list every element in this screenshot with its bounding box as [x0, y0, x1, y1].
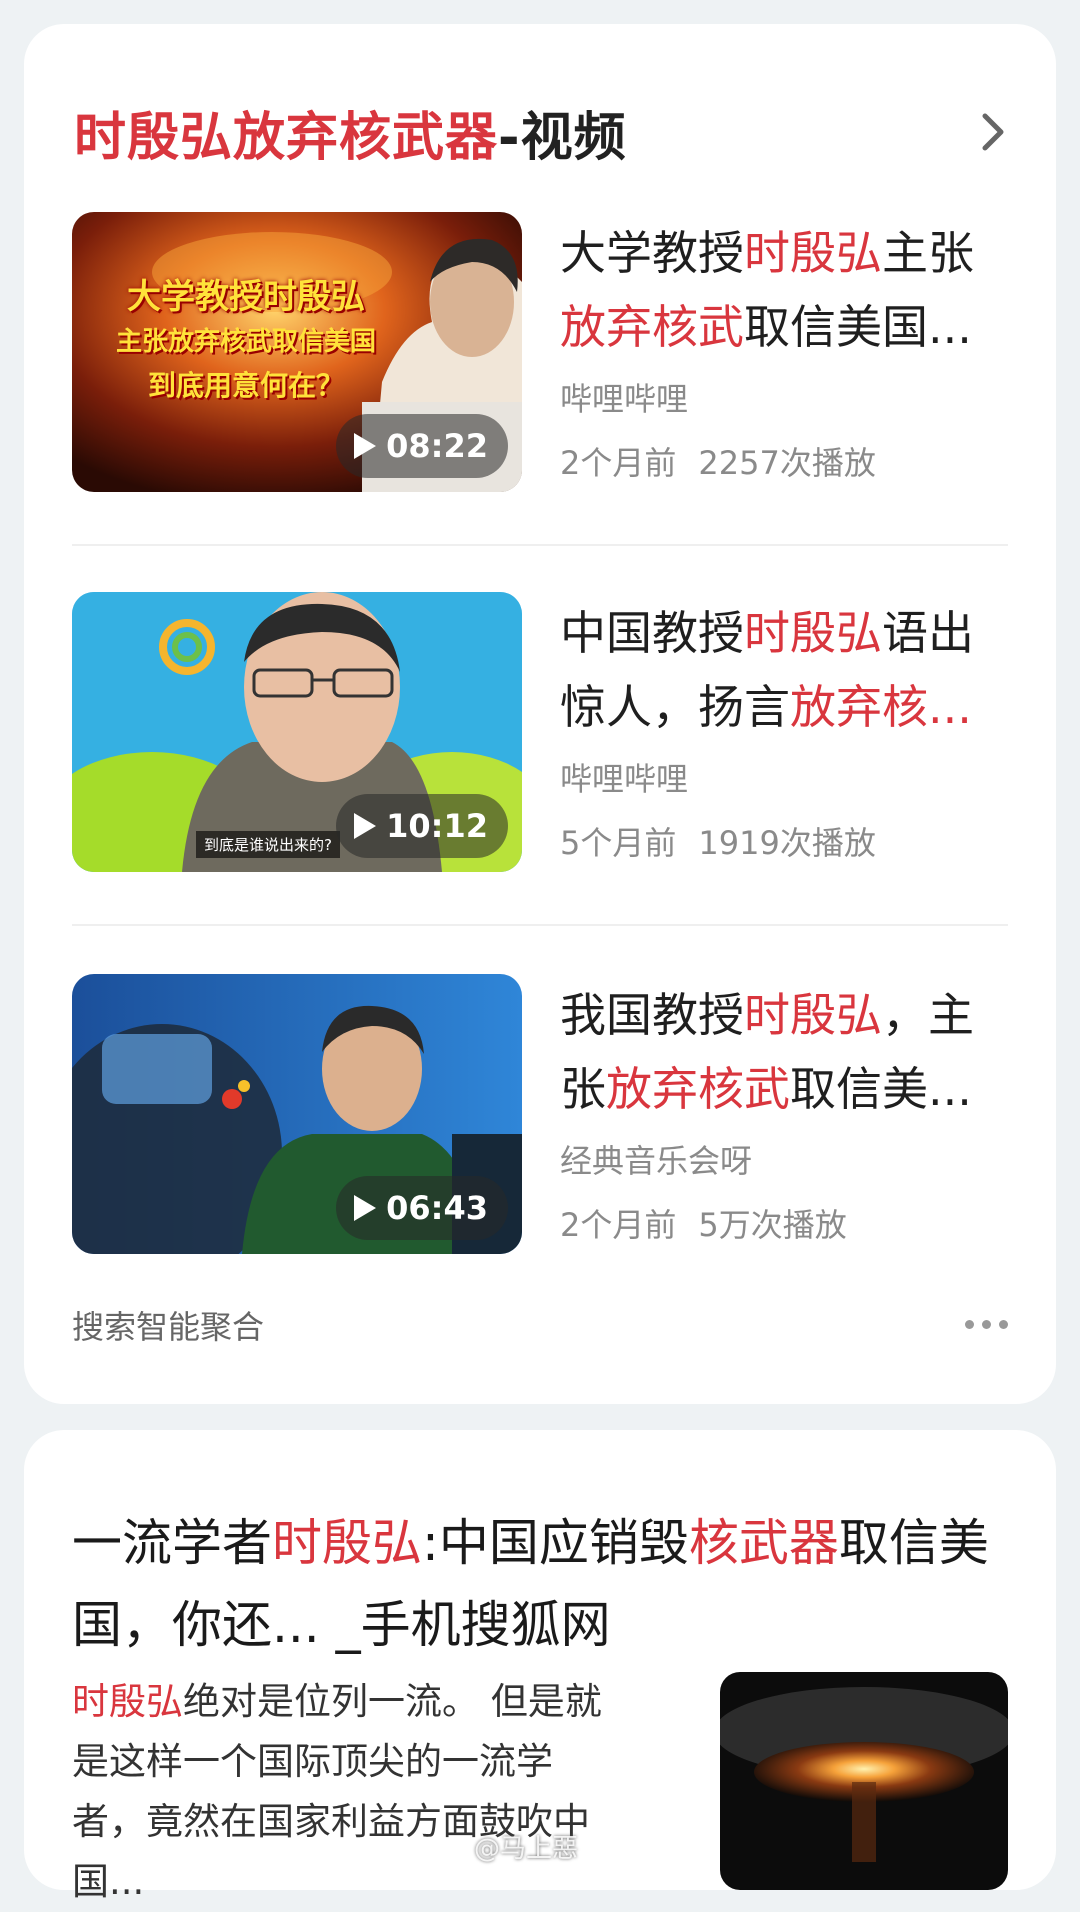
divider	[72, 544, 1008, 546]
video-results-card: 时殷弘放弃核武器-视频 大学教授时殷弘 主张放弃核武取信美国 到底用意何在？ 0…	[24, 24, 1056, 1404]
video-thumbnail[interactable]: 06:43	[72, 974, 522, 1254]
video-meta: 5个月前 1919次播放	[560, 818, 1008, 868]
title-part-highlight: 时殷弘	[744, 226, 882, 280]
title-part: 我国教授	[560, 988, 744, 1042]
video-card-title-highlight: 时殷弘放弃核武器	[74, 107, 499, 168]
title-part-highlight: 放弃核武	[606, 1062, 790, 1116]
video-duration: 10:12	[386, 807, 488, 845]
video-title[interactable]: 中国教授时殷弘语出惊人，扬言放弃核...	[560, 596, 1008, 744]
video-duration-badge: 06:43	[336, 1176, 508, 1240]
article-thumbnail[interactable]	[720, 1672, 1008, 1890]
chevron-right-icon[interactable]	[972, 110, 1016, 154]
thumbnail-caption-line: 到底用意何在？	[147, 369, 344, 402]
video-time-ago: 2个月前	[560, 444, 677, 482]
play-icon	[354, 813, 377, 839]
video-duration-badge: 08:22	[336, 414, 508, 478]
title-part: :中国应销毁	[422, 1514, 689, 1572]
video-thumbnail[interactable]: 到底是谁说出来的? 10:12	[72, 592, 522, 872]
video-play-count: 1919次播放	[698, 824, 876, 862]
video-time-ago: 5个月前	[560, 824, 677, 862]
thumbnail-caption-line: 主张放弃核武取信美国	[115, 327, 376, 357]
video-card-title-suffix: -视频	[498, 107, 627, 168]
title-part-highlight: 核武器	[688, 1514, 839, 1572]
article-snippet: 时殷弘绝对是位列一流。 但是就是这样一个国际顶尖的一流学者，竟然在国家利益方面鼓…	[72, 1672, 602, 1912]
video-thumbnail[interactable]: 大学教授时殷弘 主张放弃核武取信美国 到底用意何在？ 08:22	[72, 212, 522, 492]
thumbnail-caption-line: 大学教授时殷弘	[127, 277, 365, 317]
video-source: 哔哩哔哩	[560, 380, 689, 418]
title-part-highlight: 放弃核武	[560, 300, 744, 354]
video-source: 哔哩哔哩	[560, 760, 689, 798]
title-part-highlight: 时殷弘	[744, 988, 882, 1042]
video-play-count: 5万次播放	[698, 1206, 847, 1244]
snippet-part-highlight: 时殷弘	[72, 1680, 183, 1723]
video-duration-badge: 10:12	[336, 794, 508, 858]
video-item[interactable]: 06:43 我国教授时殷弘，主张放弃核武取信美... 经典音乐会呀 2个月前 5…	[72, 974, 1008, 1254]
video-card-title: 时殷弘放弃核武器-视频	[74, 95, 627, 170]
video-meta: 2个月前 5万次播放	[560, 1200, 1008, 1250]
title-part: 中国教授	[560, 606, 744, 660]
video-duration: 08:22	[386, 427, 488, 465]
video-title[interactable]: 我国教授时殷弘，主张放弃核武取信美...	[560, 978, 1008, 1126]
title-part: 主张	[882, 226, 974, 280]
play-icon	[354, 1195, 377, 1221]
video-source: 经典音乐会呀	[560, 1142, 753, 1180]
article-title[interactable]: 一流学者时殷弘:中国应销毁核武器取信美国，你还... _手机搜狐网	[72, 1502, 1022, 1666]
title-part: 取信美...	[790, 1062, 972, 1116]
title-part-highlight: 放弃核...	[790, 680, 972, 734]
title-part-highlight: 时殷弘	[744, 606, 882, 660]
divider	[72, 924, 1008, 926]
video-duration: 06:43	[386, 1189, 488, 1227]
more-dots-icon[interactable]	[965, 1320, 1008, 1329]
video-item[interactable]: 到底是谁说出来的? 10:12 中国教授时殷弘语出惊人，扬言放弃核... 哔哩哔…	[72, 592, 1008, 872]
play-icon	[354, 433, 377, 459]
title-part-highlight: 时殷弘	[272, 1514, 422, 1572]
video-title[interactable]: 大学教授时殷弘主张放弃核武取信美国...	[560, 216, 1008, 364]
title-part: 取信美国...	[744, 300, 972, 354]
video-play-count: 2257次播放	[698, 444, 876, 482]
video-card-header[interactable]: 时殷弘放弃核武器-视频	[74, 92, 1016, 172]
video-meta: 2个月前 2257次播放	[560, 438, 1008, 488]
title-part: 大学教授	[560, 226, 744, 280]
watermark: @马上惡	[474, 1834, 579, 1864]
video-time-ago: 2个月前	[560, 1206, 677, 1244]
title-part: 一流学者	[72, 1514, 272, 1572]
article-result-card[interactable]: 一流学者时殷弘:中国应销毁核武器取信美国，你还... _手机搜狐网 时殷弘绝对是…	[24, 1430, 1056, 1903]
aggregation-label: 搜索智能聚合	[72, 1308, 265, 1346]
video-item[interactable]: 大学教授时殷弘 主张放弃核武取信美国 到底用意何在？ 08:22 大学教授时殷弘…	[72, 212, 1008, 492]
thumbnail-subtitle: 到底是谁说出来的?	[196, 831, 340, 858]
